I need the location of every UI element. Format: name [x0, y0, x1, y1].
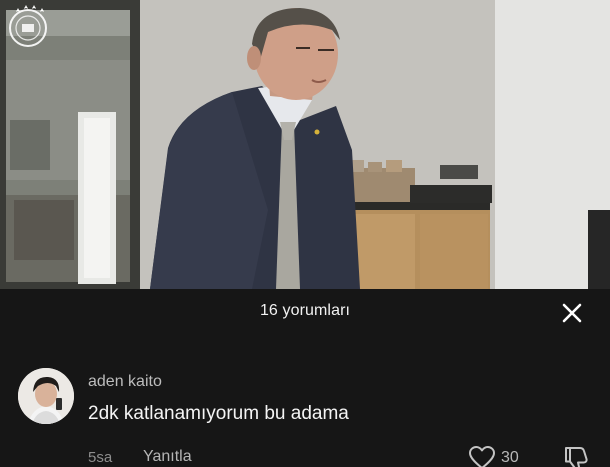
- comments-sheet: 16 yorumları aden kaito 2dk katlanamıyor…: [0, 289, 610, 467]
- heart-outline-icon[interactable]: [468, 445, 496, 467]
- video-frame[interactable]: [0, 0, 610, 289]
- comment-username[interactable]: aden kaito: [88, 373, 162, 391]
- thumbs-down-outline-icon[interactable]: [562, 445, 590, 467]
- comment-text: 2dk katlanamıyorum bu adama: [88, 403, 349, 424]
- club-crest-logo: [9, 5, 47, 47]
- video-scene: [0, 0, 610, 289]
- like-count: 30: [501, 449, 519, 466]
- comments-count-title: 16 yorumları: [259, 302, 351, 319]
- avatar[interactable]: [18, 368, 74, 424]
- reply-button[interactable]: Yanıtla: [143, 448, 192, 466]
- close-icon[interactable]: [560, 301, 584, 325]
- comment-timestamp: 5sa: [88, 449, 113, 466]
- comment-item: aden kaito 2dk katlanamıyorum bu adama 5…: [0, 365, 610, 467]
- avatar-image: [18, 368, 74, 424]
